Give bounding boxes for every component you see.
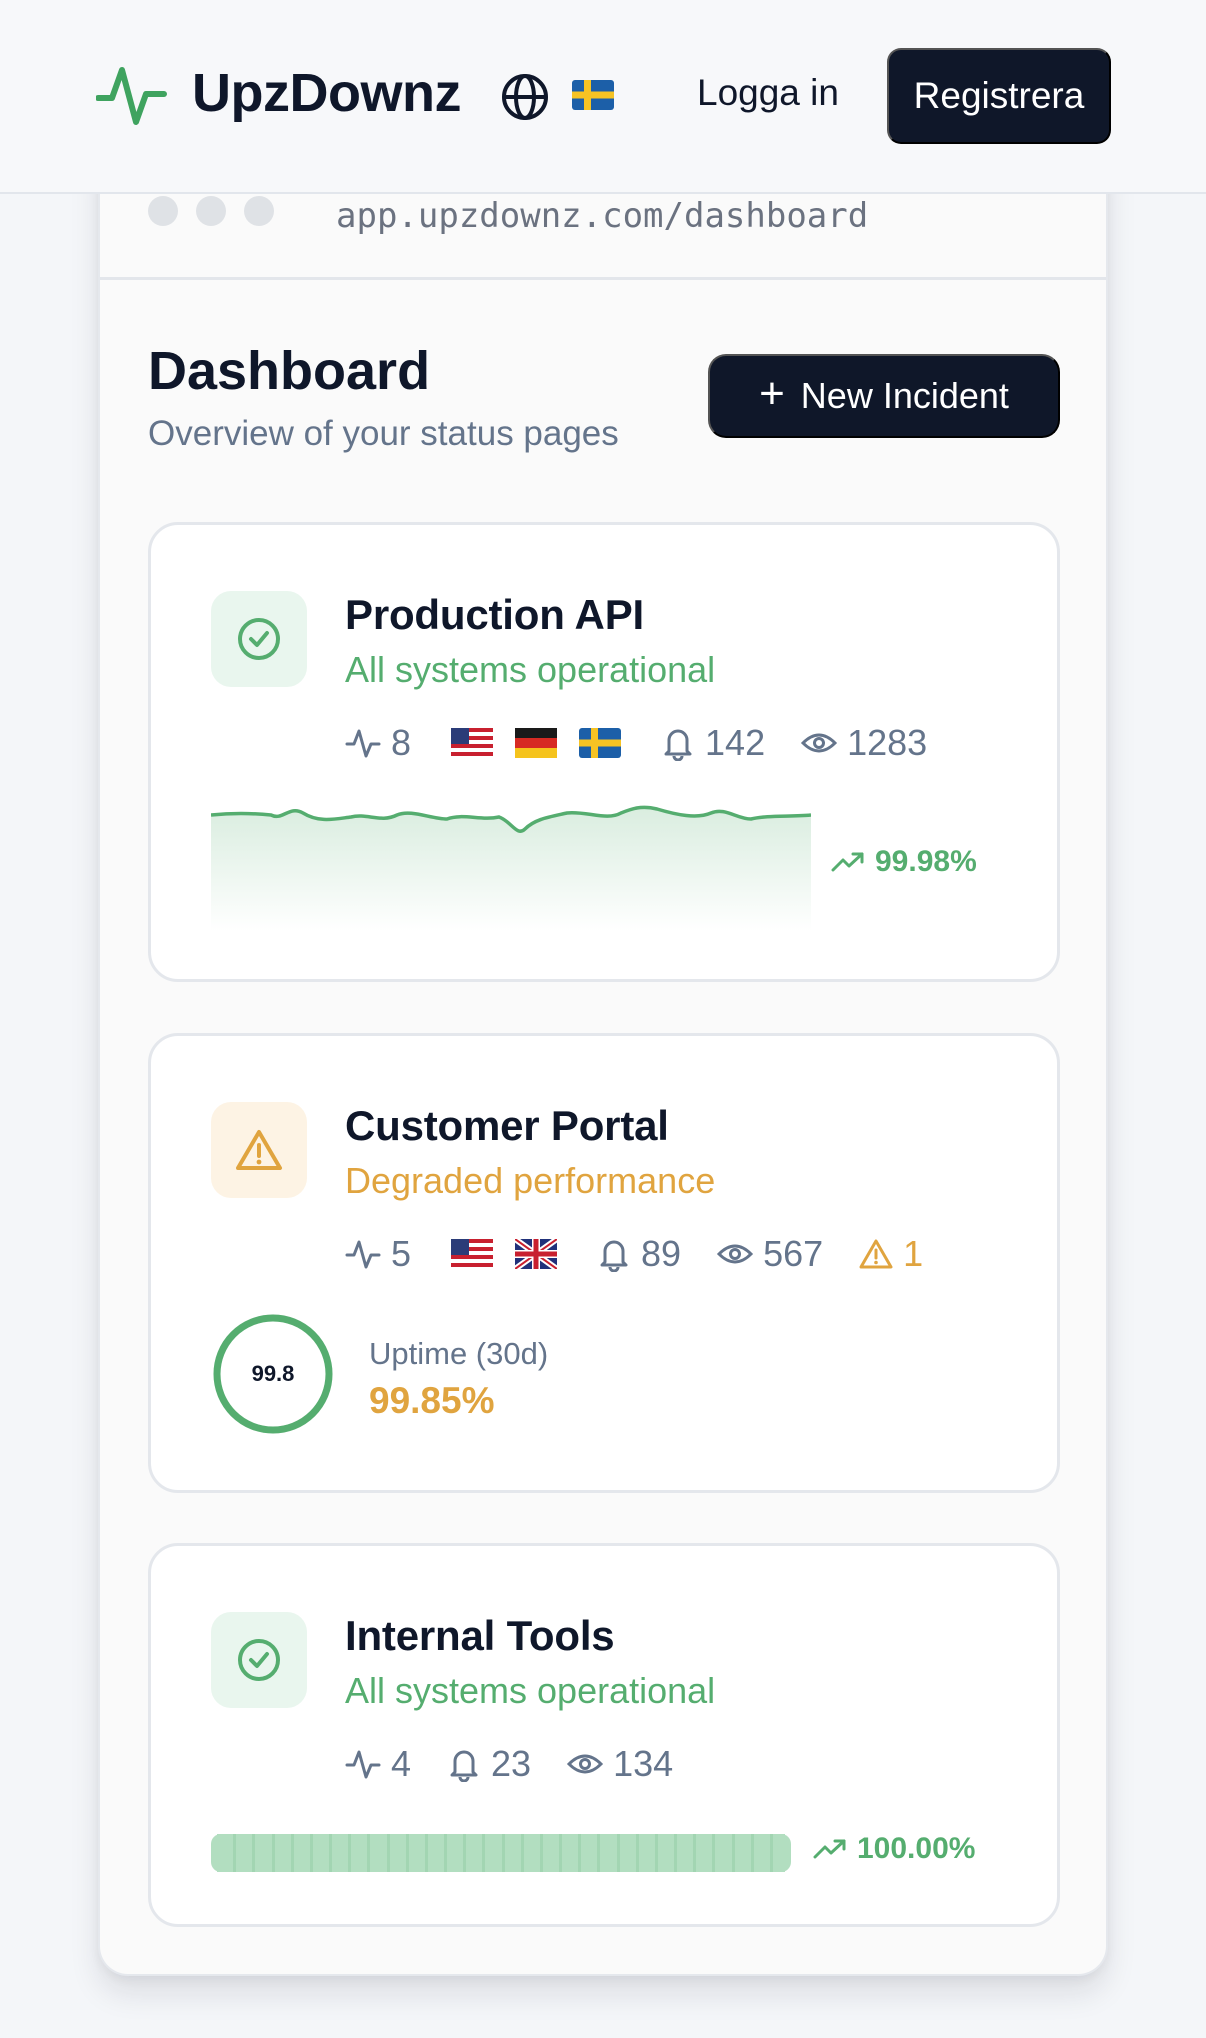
subscribers-count: 89 — [597, 1233, 681, 1275]
monitors-count: 5 — [345, 1233, 411, 1275]
check-circle-icon — [211, 591, 307, 687]
status-page-card[interactable]: Customer Portal Degraded performance 5 8… — [148, 1033, 1060, 1493]
uptime-day-segment — [271, 1834, 287, 1872]
eye-icon — [567, 1754, 604, 1774]
card-status: All systems operational — [345, 649, 716, 690]
bell-icon — [450, 1750, 478, 1782]
new-incident-button[interactable]: + New Incident — [708, 354, 1060, 438]
uptime-day-segment — [233, 1834, 249, 1872]
page-subtitle: Overview of your status pages — [148, 414, 619, 453]
globe-icon[interactable] — [500, 72, 550, 122]
top-navbar: UpzDownz Logga in Registrera — [0, 0, 1206, 194]
sweden-flag-icon — [579, 728, 622, 758]
card-status: Degraded performance — [345, 1160, 716, 1201]
uptime-day-segment — [539, 1834, 556, 1872]
status-page-card[interactable]: Production API All systems operational 8… — [148, 522, 1060, 982]
trending-up-icon — [813, 1839, 846, 1859]
uptime-history-bar — [211, 1834, 791, 1872]
uptime-day-segment — [217, 1834, 230, 1872]
brand-name[interactable]: UpzDownz — [192, 62, 461, 124]
views-count: 567 — [717, 1233, 823, 1275]
uptime-day-segment — [731, 1834, 747, 1872]
subscribers-count: 142 — [661, 722, 765, 764]
pulse-icon[interactable] — [96, 60, 168, 132]
warning-triangle-icon — [859, 1239, 893, 1269]
plus-icon: + — [759, 369, 785, 418]
check-circle-icon — [211, 1612, 307, 1708]
ring-value: 99.8 — [251, 1361, 295, 1386]
uptime-day-segment — [329, 1834, 345, 1872]
card-meta: 4 23 134 — [345, 1740, 673, 1788]
uptime-percentage: 99.98% — [831, 845, 977, 879]
uptime-day-segment — [444, 1834, 460, 1872]
uptime-percentage: 100.00% — [813, 1832, 975, 1866]
uptime-day-segment — [635, 1834, 651, 1872]
sweden-flag-icon[interactable] — [572, 80, 614, 110]
uptime-day-segment — [252, 1834, 268, 1872]
window-dot — [196, 196, 226, 226]
uptime-day-segment — [616, 1834, 632, 1872]
uptime-day-segment — [309, 1834, 326, 1872]
uptime-day-segment — [693, 1834, 709, 1872]
window-dot — [244, 196, 274, 226]
uptime-day-segment — [290, 1834, 306, 1872]
uptime-day-segment — [520, 1834, 536, 1872]
warning-triangle-icon — [211, 1102, 307, 1198]
subscribers-count: 23 — [447, 1743, 531, 1785]
bell-icon — [664, 729, 692, 761]
uptime-value: 99.85% — [369, 1380, 495, 1421]
card-title[interactable]: Customer Portal — [345, 1102, 669, 1150]
card-meta: 5 89 567 1 — [345, 1230, 923, 1278]
register-button[interactable]: Registrera — [887, 48, 1111, 144]
monitors-count: 4 — [345, 1743, 411, 1785]
uptime-day-segment — [654, 1834, 671, 1872]
card-title[interactable]: Internal Tools — [345, 1612, 615, 1660]
uptime-day-segment — [712, 1834, 728, 1872]
uptime-label: Uptime (30d) — [369, 1336, 549, 1371]
card-title[interactable]: Production API — [345, 591, 644, 639]
warnings-count: 1 — [859, 1233, 923, 1275]
uptime-day-segment — [348, 1834, 364, 1872]
window-dot — [148, 196, 178, 226]
browser-url: app.upzdownz.com/dashboard — [336, 196, 869, 236]
uptime-day-segment — [482, 1834, 498, 1872]
views-count: 1283 — [801, 722, 927, 764]
us-flag-icon — [451, 1239, 494, 1269]
uptime-day-segment — [405, 1834, 421, 1872]
uptime-day-segment — [367, 1834, 383, 1872]
uptime-day-segment — [750, 1834, 766, 1872]
uptime-day-segment — [559, 1834, 575, 1872]
new-incident-label: New Incident — [800, 375, 1009, 416]
page-title: Dashboard — [148, 341, 431, 401]
uptime-day-segment — [424, 1834, 441, 1872]
monitors-count: 8 — [345, 722, 411, 764]
uptime-day-segment — [769, 1834, 786, 1872]
status-page-card[interactable]: Internal Tools All systems operational 4… — [148, 1543, 1060, 1927]
trending-up-icon — [831, 852, 864, 872]
login-link[interactable]: Logga in — [697, 72, 839, 114]
uptime-day-segment — [501, 1834, 517, 1872]
bell-icon — [600, 1240, 628, 1272]
views-count: 134 — [567, 1743, 673, 1785]
germany-flag-icon — [515, 728, 558, 758]
activity-icon — [345, 1750, 381, 1779]
eye-icon — [717, 1244, 754, 1264]
activity-icon — [345, 1240, 381, 1269]
card-status: All systems operational — [345, 1670, 716, 1711]
uptime-day-segment — [463, 1834, 479, 1872]
eye-icon — [801, 733, 838, 753]
uptime-day-segment — [597, 1834, 613, 1872]
us-flag-icon — [451, 728, 494, 758]
activity-icon — [345, 729, 381, 758]
uptime-sparkline-chart — [211, 805, 811, 931]
uptime-day-segment — [674, 1834, 690, 1872]
uk-flag-icon — [515, 1239, 558, 1269]
uptime-day-segment — [578, 1834, 594, 1872]
uptime-day-segment — [386, 1834, 402, 1872]
card-meta: 8 142 1283 — [345, 719, 927, 767]
